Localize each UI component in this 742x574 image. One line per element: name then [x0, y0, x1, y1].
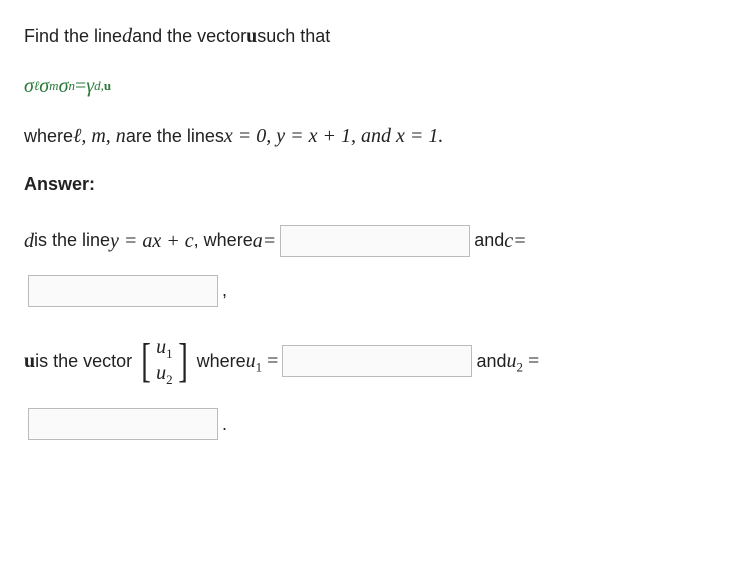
right-bracket-icon: ] — [178, 337, 188, 385]
line-defs: x = 0, y = x + 1, and x = 1. — [224, 120, 444, 152]
gamma: γ — [86, 70, 94, 102]
sigma: σ — [59, 70, 69, 102]
vector-bracket: [ u1 u2 ] — [138, 333, 190, 390]
sub2: 2 — [166, 372, 173, 387]
left-bracket-icon: [ — [141, 337, 151, 385]
a-equals: a= — [253, 225, 277, 257]
text: and — [474, 226, 504, 255]
var-d: d — [122, 20, 132, 52]
u: u — [246, 350, 256, 372]
equals: = — [75, 70, 86, 102]
equals: = — [262, 350, 278, 372]
text: such that — [257, 22, 330, 51]
sub-m: m — [49, 76, 58, 97]
answer-heading: Answer: — [24, 170, 718, 199]
equals: = — [523, 350, 539, 372]
var-u: u — [24, 345, 35, 377]
u1-equals: u1 = — [246, 345, 279, 378]
var-u: u — [246, 20, 257, 52]
period: . — [222, 410, 227, 439]
sub-u: u — [104, 76, 111, 97]
input-c[interactable] — [28, 275, 218, 307]
c-equals: c= — [504, 225, 526, 257]
text: is the line — [34, 226, 110, 255]
input-u1[interactable] — [282, 345, 472, 377]
u: u — [156, 362, 166, 384]
u2: u2 — [156, 361, 173, 388]
text: is the vector — [35, 347, 132, 376]
answer-label: Answer: — [24, 170, 95, 199]
u: u — [156, 336, 166, 358]
question-line-3: where ℓ, m, n are the lines x = 0, y = x… — [24, 120, 718, 152]
text: and the vector — [132, 22, 246, 51]
text: where — [197, 347, 246, 376]
vector-column: u1 u2 — [154, 333, 175, 390]
u1: u1 — [156, 335, 173, 362]
line-eq: y = ax + c — [110, 225, 194, 257]
answer-u-row: u is the vector [ u1 u2 ] where u1 = and… — [24, 333, 718, 390]
u2-equals: u2 = — [507, 345, 540, 378]
answer-u2-row: . — [24, 408, 718, 440]
input-a[interactable] — [280, 225, 470, 257]
answer-d-row: d is the line y = ax + c , where a= and … — [24, 225, 718, 257]
text: , where — [194, 226, 253, 255]
text: where — [24, 122, 73, 151]
equation-line: σℓσmσn = γd,u — [24, 70, 718, 102]
vars-lmn: ℓ, m, n — [73, 120, 126, 152]
sigma: σ — [24, 70, 34, 102]
question-line-1: Find the line d and the vector u such th… — [24, 20, 718, 52]
input-u2[interactable] — [28, 408, 218, 440]
text: Find the line — [24, 22, 122, 51]
sub-d: d, — [94, 76, 104, 97]
text: are the lines — [126, 122, 224, 151]
u: u — [507, 350, 517, 372]
comma: , — [222, 276, 227, 305]
sigma: σ — [39, 70, 49, 102]
answer-c-row: , — [24, 275, 718, 307]
text: and — [476, 347, 506, 376]
var-d: d — [24, 225, 34, 257]
sub1: 1 — [166, 346, 173, 361]
